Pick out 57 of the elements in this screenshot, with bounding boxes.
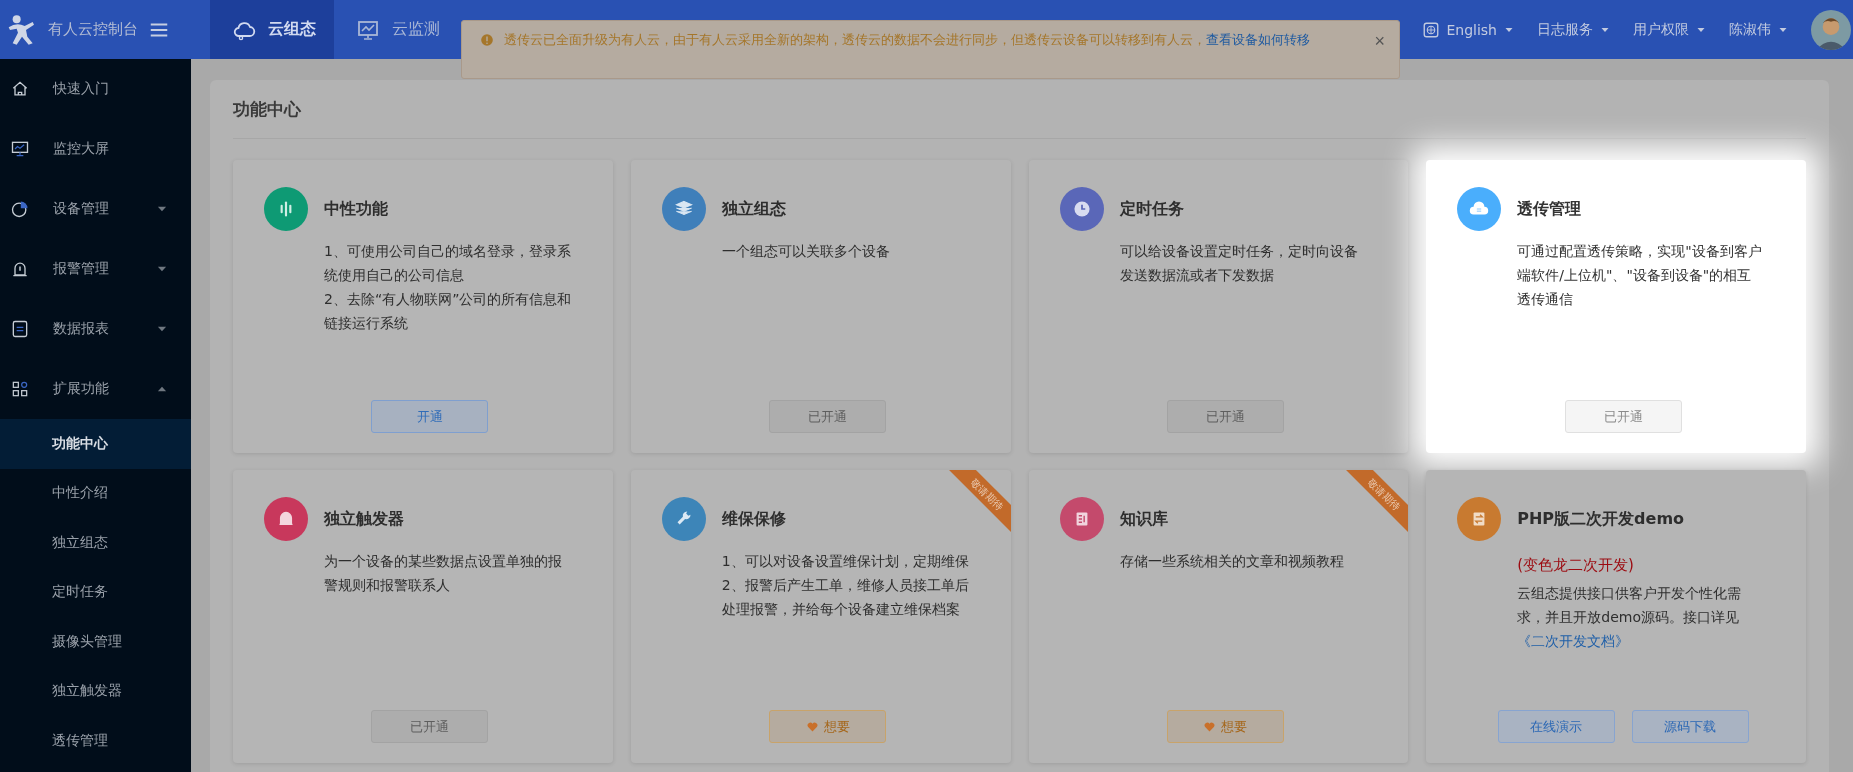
card-description: 可通过配置透传策略，实现"设备到客户端软件/上位机"、"设备到设备"的相互透传通信 bbox=[1517, 242, 1763, 309]
card-description: 可以给设备设置定时任务，定时向设备发送数据流或者下发数据 bbox=[1119, 242, 1359, 285]
sidebar-subitem[interactable]: 中性介绍 bbox=[0, 468, 191, 518]
card-description: 存储一些系统相关的文章和视频教程 bbox=[1119, 552, 1345, 571]
document-icon bbox=[10, 319, 30, 339]
monitor-icon bbox=[10, 139, 30, 159]
sidebar-item[interactable]: 报警管理 bbox=[0, 239, 191, 299]
sidebar-item[interactable]: 监控大屏 bbox=[0, 119, 191, 179]
home-icon bbox=[10, 79, 30, 99]
action-button[interactable]: 在线演示 bbox=[1497, 710, 1615, 743]
header-menu[interactable]: 日志服务 bbox=[1537, 20, 1611, 39]
sidebar-subitem[interactable]: 定时任务 bbox=[0, 567, 191, 617]
nav-tab[interactable]: 云监测 bbox=[334, 0, 458, 59]
card-title: 中性功能 bbox=[324, 198, 388, 220]
sidebar-item[interactable]: 快速入门 bbox=[0, 59, 191, 119]
card-description: 2、去除“有人物联网”公司的所有信息和链接运行系统 bbox=[324, 290, 572, 333]
sidebar-subitem[interactable]: 透传管理 bbox=[0, 716, 191, 766]
card-subtitle: (变色龙二次开发) bbox=[1517, 555, 1635, 576]
globe-icon bbox=[1422, 20, 1441, 39]
warning-icon bbox=[480, 33, 494, 47]
sidebar-item[interactable]: 设备管理 bbox=[0, 179, 191, 239]
card-description: 1、可以对设备设置维保计划，定期维保 bbox=[721, 552, 970, 571]
nav-tab[interactable]: 云组态 bbox=[210, 0, 334, 59]
enable-button[interactable]: 开通 bbox=[371, 400, 489, 433]
apps-grid-icon bbox=[10, 379, 30, 399]
card-description: 1、可使用公司自己的域名登录，登录系统使用自己的公司信息 bbox=[324, 242, 572, 285]
action-button[interactable]: 源码下载 bbox=[1631, 710, 1749, 743]
card-title: 独立触发器 bbox=[324, 508, 404, 530]
app-title: 有人云控制台 bbox=[48, 20, 138, 39]
card-title: 独立组态 bbox=[721, 198, 786, 220]
close-button[interactable]: × bbox=[1374, 31, 1385, 51]
header-menu[interactable]: 用户权限 bbox=[1633, 20, 1707, 39]
page-title: 功能中心 bbox=[233, 80, 1806, 139]
card-title: 维保保修 bbox=[721, 508, 786, 530]
card-description: 一个组态可以关联多个设备 bbox=[721, 242, 891, 261]
card-title: 知识库 bbox=[1119, 508, 1168, 530]
sidebar-subitem[interactable]: 功能中心 bbox=[0, 419, 191, 469]
header-menu[interactable]: 陈淑伟 bbox=[1729, 20, 1789, 39]
sidebar-item[interactable]: 数据报表 bbox=[0, 299, 191, 359]
sidebar-subitem[interactable]: 独立组态 bbox=[0, 518, 191, 568]
card-description: 云组态提供接口供客户开发个性化需求，并且开放demo源码。接口详见 《二次开发文档》 bbox=[1517, 584, 1743, 651]
doc-link[interactable]: 《二次开发文档》 bbox=[1517, 633, 1630, 649]
notice-link[interactable]: 查看设备如何转移 bbox=[1206, 32, 1310, 47]
card-title: 定时任务 bbox=[1119, 198, 1184, 220]
notice-text: 透传云已全面升级为有人云，由于有人云采用全新的架构，透传云的数据不会进行同步，但透传云设备可以转移到有人云，查看设备如何转移 bbox=[504, 31, 1311, 48]
card-title: 透传管理 bbox=[1517, 198, 1582, 220]
heart-icon bbox=[805, 720, 819, 733]
card-description: 为一个设备的某些数据点设置单独的报警规则和报警联系人 bbox=[324, 552, 563, 595]
sidebar-subitem[interactable]: 摄像头管理 bbox=[0, 617, 191, 667]
heart-icon bbox=[1203, 720, 1217, 733]
card-title: PHP版二次开发demo bbox=[1517, 508, 1685, 530]
coming-soon-ribbon: 敬请期待 bbox=[1344, 470, 1409, 534]
pie-chart-icon bbox=[10, 199, 30, 219]
card-description: 2、报警后产生工单，维修人员接工单后处理报警，并给每个设备建立维保档案 bbox=[721, 576, 970, 619]
language-menu[interactable]: English bbox=[1422, 20, 1515, 39]
sidebar-item[interactable]: 扩展功能 bbox=[0, 359, 191, 419]
sidebar-subitem[interactable]: 独立触发器 bbox=[0, 666, 191, 716]
